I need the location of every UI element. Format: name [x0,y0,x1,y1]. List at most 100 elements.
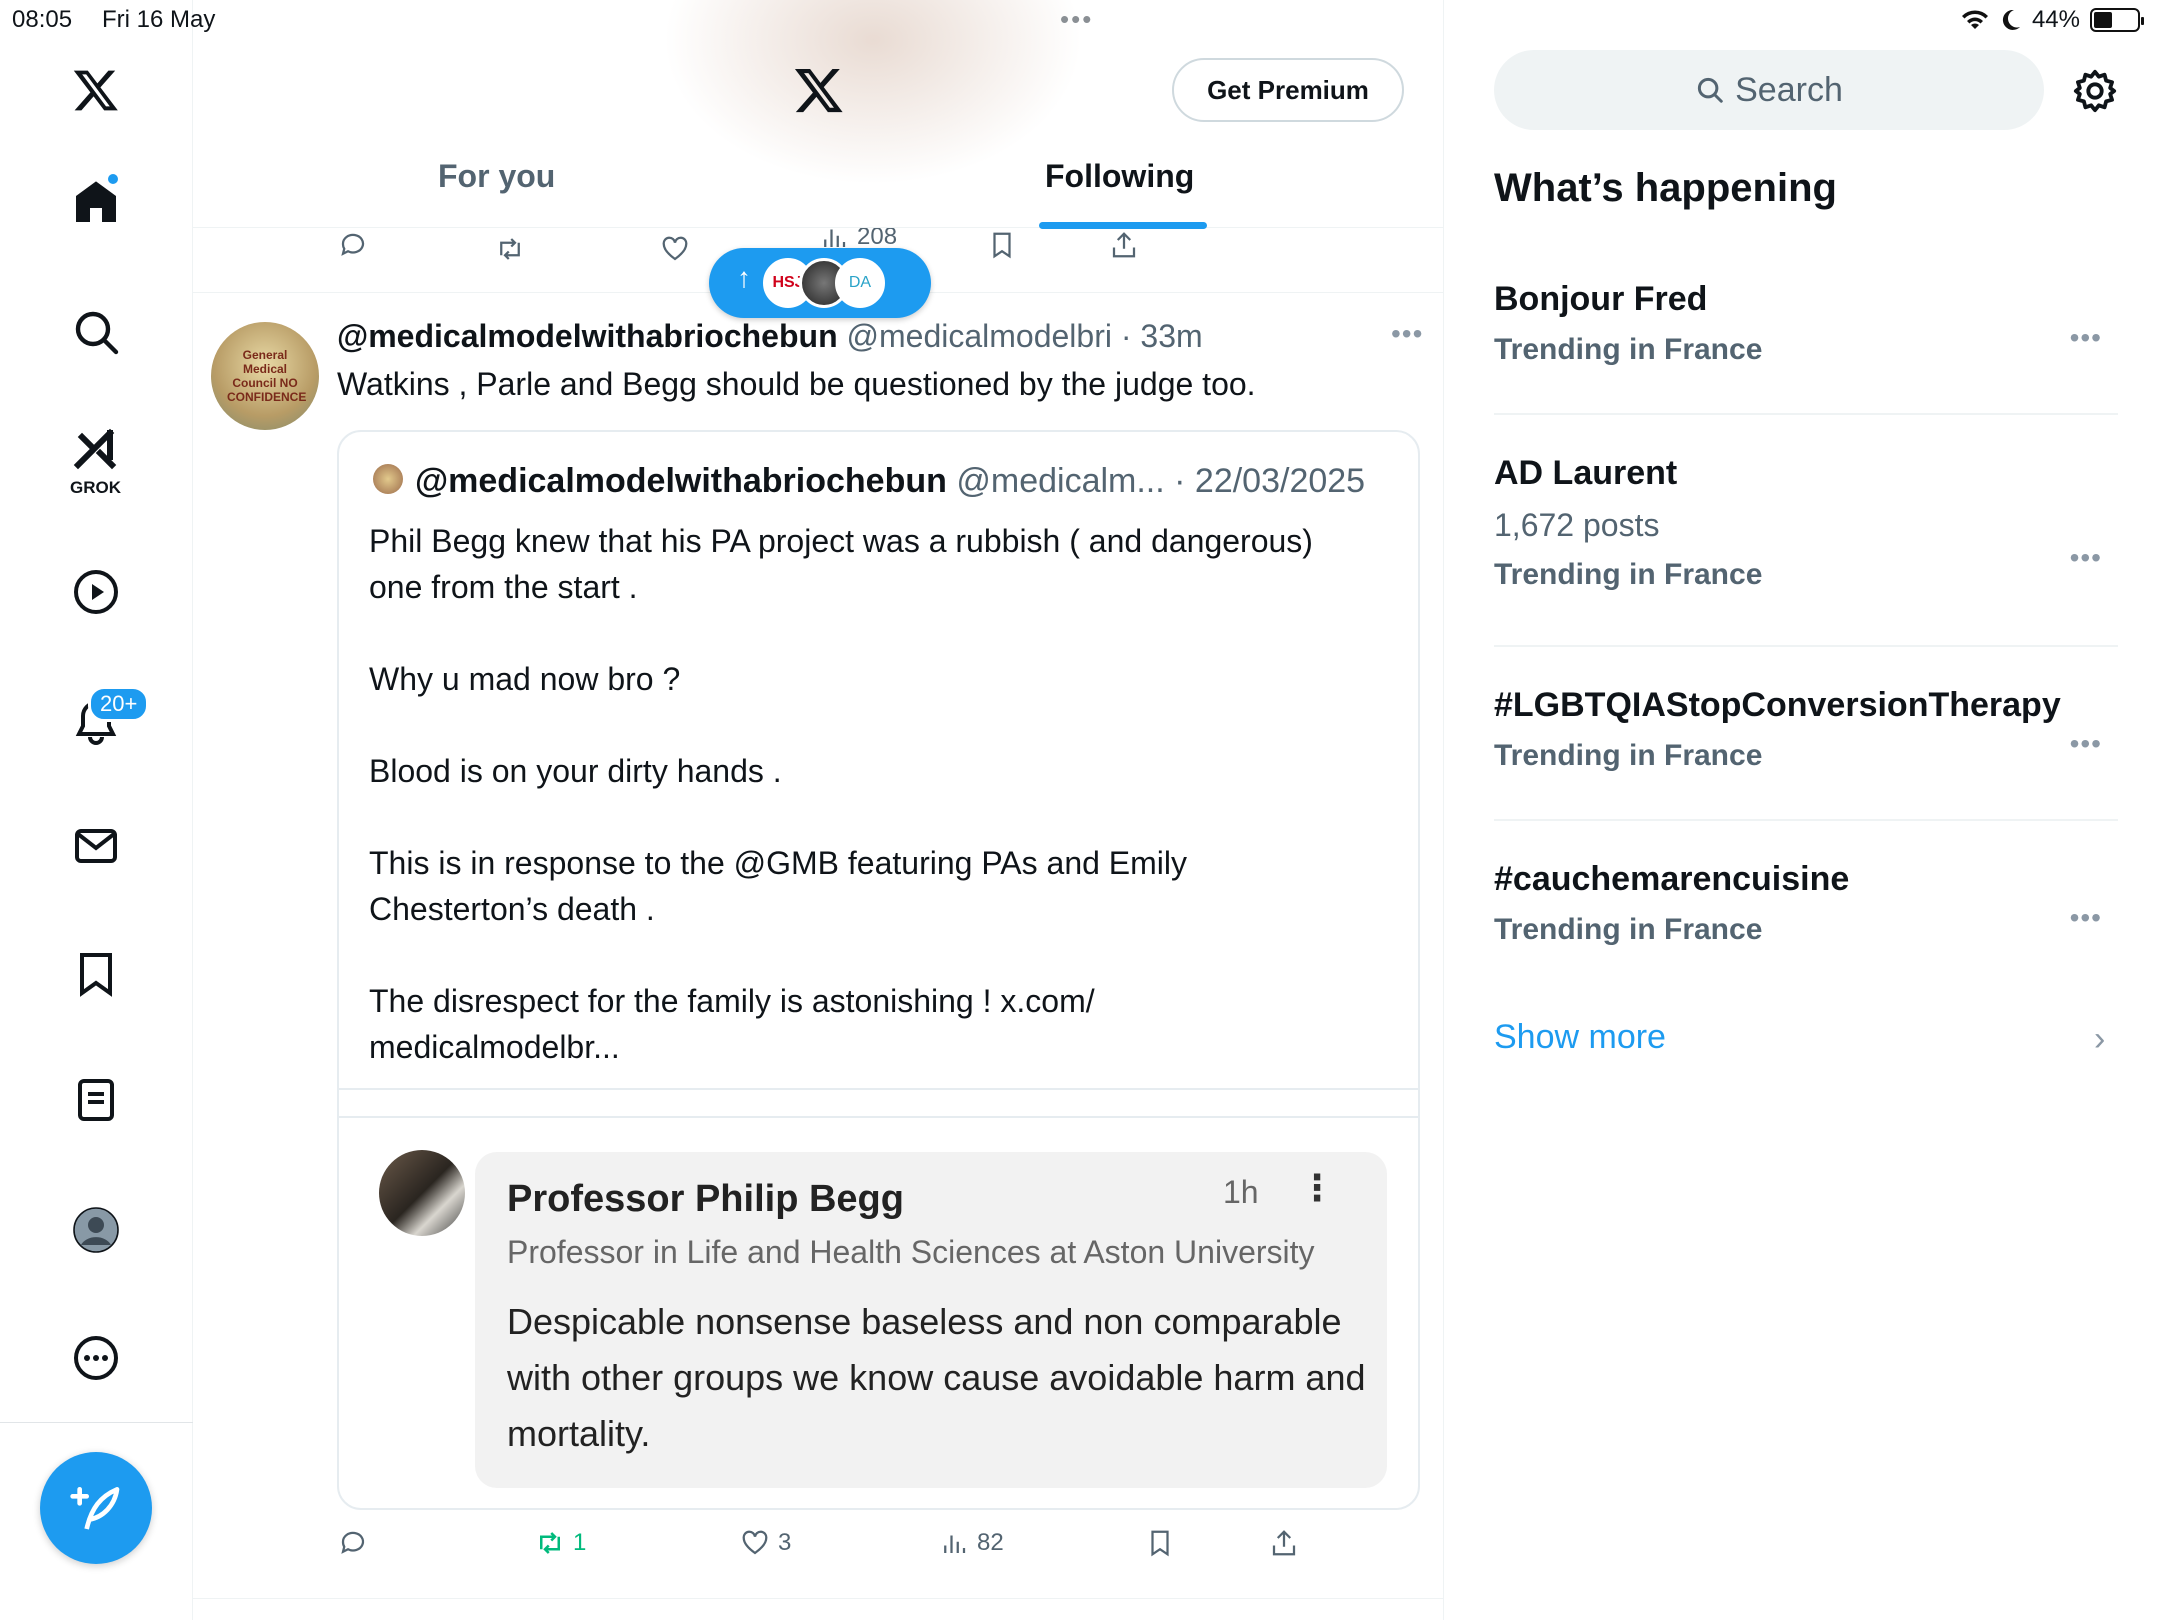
trend-divider [1494,819,2118,821]
trend-location: Trending in France [1494,558,1763,591]
bar-chart-icon [944,1535,966,1553]
nav-messages[interactable] [46,806,146,886]
repost-icon [500,238,520,260]
trend-item[interactable]: #cauchemarencuisine Trending in France •… [1494,860,2118,980]
like-count: 3 [778,1529,792,1556]
lists-icon [78,1079,114,1121]
nav-more[interactable] [46,1318,146,1398]
post-actions: 1 3 82 [193,1528,1443,1588]
nav-bookmarks[interactable] [46,934,146,1014]
nav-lists[interactable] [46,1060,146,1140]
pill-avatar: DA [835,258,885,308]
bookmark-icon [1151,1530,1169,1557]
trend-more-icon[interactable]: ••• [2070,902,2102,934]
nav-explore[interactable] [46,292,146,372]
post-author-handle[interactable]: @medicalmodelbri [847,318,1112,354]
share-icon [1112,232,1136,258]
like-button[interactable]: 3 [740,1528,791,1558]
quote-divider [339,1116,1418,1118]
post-author-name[interactable]: @medicalmodelwithabriochebun [337,318,838,354]
views-count-label: 82 [977,1529,1004,1556]
embed-author-title: Professor in Life and Health Sciences at… [507,1234,1315,1270]
nav-video[interactable] [46,552,146,632]
embedded-comment-image: Professor Philip Begg 1h ⋮ Professor in … [475,1152,1387,1488]
trend-divider [1494,413,2118,415]
share-icon [1272,1530,1296,1556]
x-logo[interactable] [46,50,146,130]
heart-icon [742,1530,768,1555]
status-time: 08:05 [12,6,73,33]
trend-more-icon[interactable]: ••• [2070,542,2102,574]
quote-header: @medicalmodelwithabriochebun @medicalm..… [415,462,1365,501]
trend-more-icon[interactable]: ••• [2070,728,2102,760]
active-tab-indicator [1039,222,1207,229]
trend-more-icon[interactable]: ••• [2070,322,2102,354]
trend-post-count: 1,672 posts [1494,507,1660,543]
bookmark-button[interactable] [1145,1528,1175,1558]
heart-icon [662,236,688,261]
repost-button[interactable]: 1 [535,1528,586,1558]
avatar-emblem-text: General Medical Council NO CONFIDENCE [227,348,307,404]
nav-profile[interactable] [46,1190,146,1270]
home-unread-dot [106,172,120,186]
share-button[interactable] [1269,1528,1299,1558]
trend-divider [1494,645,2118,647]
more-icon [74,1336,118,1380]
grok-icon [73,428,117,470]
gear-icon[interactable] [2072,68,2118,114]
compose-button[interactable] [40,1452,152,1564]
quoted-post[interactable]: @medicalmodelwithabriochebun @medicalm..… [337,430,1420,1510]
post-more-icon[interactable]: ••• [1391,318,1423,350]
trend-location: Trending in France [1494,739,1763,772]
show-more-link[interactable]: Show more [1494,1018,1666,1057]
new-posts-pill[interactable]: ↑ HSJ DA [709,248,931,318]
trend-item[interactable]: AD Laurent 1,672 posts Trending in Franc… [1494,454,2118,624]
status-bar: 08:05 Fri 16 May ••• 44% [0,0,2160,40]
trend-item[interactable]: Bonjour Fred Trending in France ••• [1494,280,2118,400]
battery-fill [2094,12,2113,28]
search-icon [1698,77,1723,103]
search-placeholder: Search [1735,70,1843,109]
bookmark-button[interactable] [987,230,1017,260]
status-date: Fri 16 May [102,6,216,33]
tab-for-you[interactable]: For you [438,158,555,195]
reply-button[interactable] [338,230,368,260]
post-divider [193,1598,1443,1599]
search-input[interactable]: Search [1494,50,2044,130]
kebab-menu-icon: ⋮ [1299,1167,1335,1208]
embed-time: 1h [1223,1174,1259,1210]
views-count[interactable]: 82 [939,1528,1004,1558]
get-premium-button[interactable]: Get Premium [1172,58,1404,122]
trend-item[interactable]: #LGBTQIAStopConversionTherapy Trending i… [1494,686,2118,806]
whats-happening-title: What’s happening [1494,166,1837,210]
notifications-badge: 20+ [88,686,150,722]
post-time[interactable]: 33m [1140,318,1202,354]
tab-following[interactable]: Following [1045,158,1194,195]
chevron-right-icon[interactable]: › [2094,1020,2105,1059]
multitasking-dots-icon[interactable]: ••• [1060,4,1093,35]
like-button[interactable] [660,234,690,264]
quote-author-handle: @medicalm... [956,462,1165,500]
trend-name: #cauchemarencuisine [1494,860,1850,898]
nav-divider [0,1422,193,1423]
meta-separator: · [1164,462,1195,500]
trend-name: #LGBTQIAStopConversionTherapy [1494,686,2061,724]
repost-button[interactable] [495,234,525,264]
embed-author-name: Professor Philip Begg [507,1178,904,1220]
post-text: Watkins , Parle and Begg should be quest… [337,366,1256,402]
arrow-up-icon: ↑ [737,262,751,293]
share-button[interactable] [1109,230,1139,260]
reply-button[interactable] [338,1528,368,1558]
meta-separator: · [1111,318,1141,354]
trend-name: AD Laurent [1494,454,1678,492]
post-header: @medicalmodelwithabriochebun @medicalmod… [337,318,1203,355]
battery-percent: 44% [2031,6,2080,33]
battery-icon [2090,8,2144,32]
profile-icon [73,1207,119,1253]
moon-icon [2002,9,2020,30]
avatar[interactable]: General Medical Council NO CONFIDENCE [211,322,319,430]
search-icon [75,311,119,355]
nav-home[interactable] [46,162,146,242]
x-logo[interactable] [793,64,845,116]
bookmark-icon [80,953,112,997]
